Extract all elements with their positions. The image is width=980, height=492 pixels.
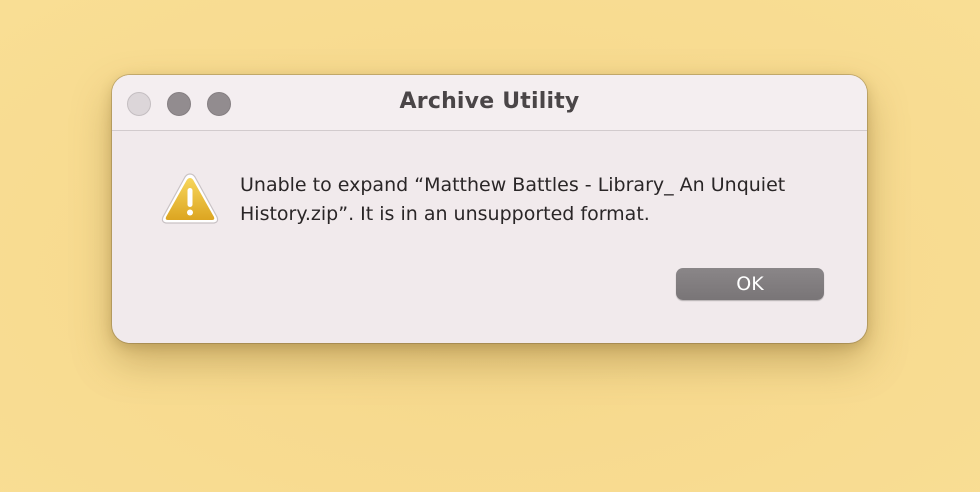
error-message: Unable to expand “Matthew Battles - Libr…: [240, 174, 786, 225]
archive-utility-dialog: Archive Utility Unable to expand “Matthe…: [112, 75, 867, 343]
dialog-title: Archive Utility: [399, 89, 580, 114]
title-bar[interactable]: Archive Utility: [112, 75, 867, 131]
ok-button[interactable]: OK: [676, 268, 824, 300]
warning-triangle-icon: [161, 173, 219, 224]
